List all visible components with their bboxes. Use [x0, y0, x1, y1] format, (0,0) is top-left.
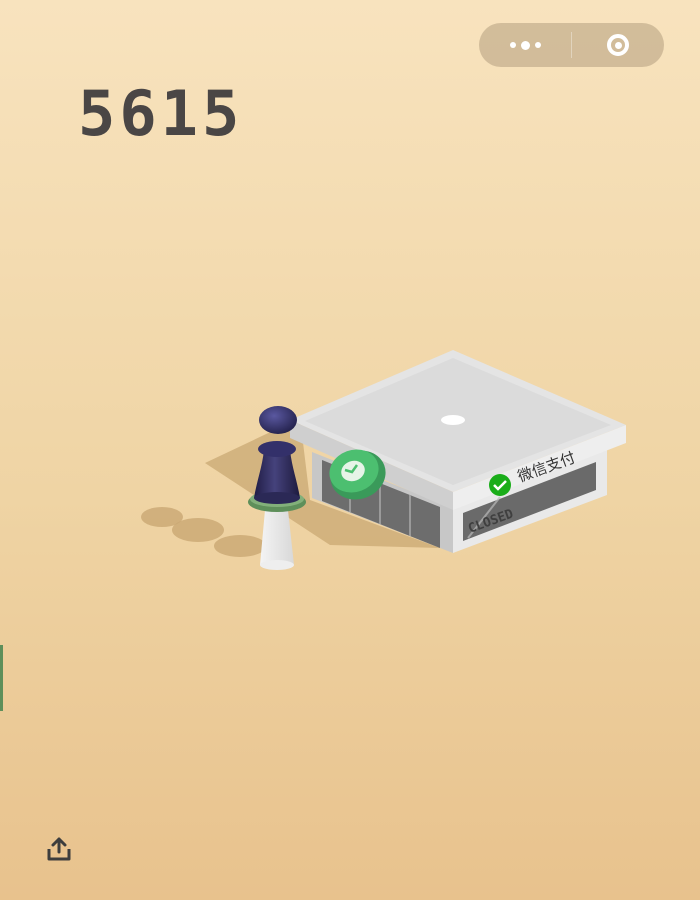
edge-indicator-bar [0, 645, 3, 711]
share-upload-icon[interactable] [45, 835, 73, 863]
piece-head [259, 406, 297, 434]
wechat-pay-logo-icon [489, 474, 511, 496]
start-platform-pillar [260, 510, 294, 570]
game-scene: CLOSED 微信支付 [141, 350, 626, 570]
